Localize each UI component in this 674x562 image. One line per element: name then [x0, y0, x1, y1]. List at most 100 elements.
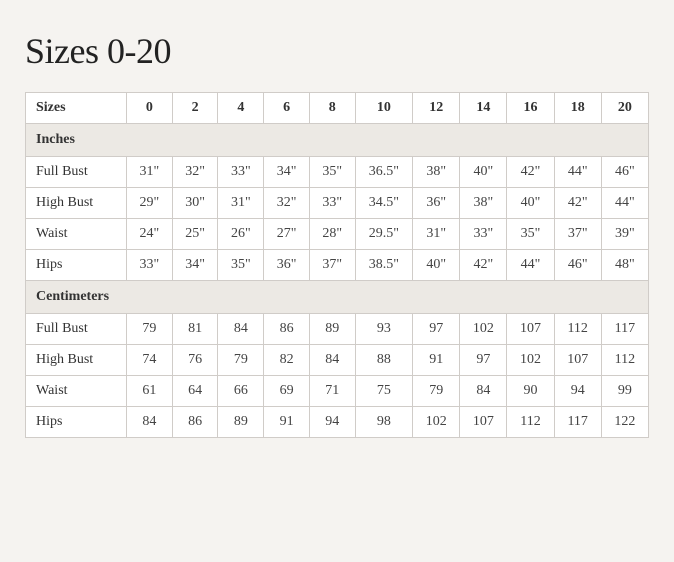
- cell-value: 112: [507, 407, 554, 438]
- cell-value: 112: [601, 345, 648, 376]
- cell-value: 32": [264, 188, 310, 219]
- cell-value: 42": [554, 188, 601, 219]
- cell-value: 42": [507, 157, 554, 188]
- cell-value: 74: [127, 345, 173, 376]
- table-row: Full Bust31"32"33"34"35"36.5"38"40"42"44…: [26, 157, 649, 188]
- cell-value: 112: [554, 314, 601, 345]
- cell-value: 34": [264, 157, 310, 188]
- row-label: High Bust: [26, 188, 127, 219]
- cell-value: 97: [460, 345, 507, 376]
- size-col-header: 20: [601, 93, 648, 124]
- size-col-header: 6: [264, 93, 310, 124]
- row-label: Full Bust: [26, 157, 127, 188]
- cell-value: 34": [172, 250, 218, 281]
- cell-value: 94: [554, 376, 601, 407]
- cell-value: 30": [172, 188, 218, 219]
- cell-value: 84: [127, 407, 173, 438]
- cell-value: 35": [507, 219, 554, 250]
- cell-value: 42": [460, 250, 507, 281]
- row-label: Waist: [26, 376, 127, 407]
- cell-value: 36.5": [355, 157, 413, 188]
- cell-value: 37": [309, 250, 355, 281]
- size-col-header: 4: [218, 93, 264, 124]
- cell-value: 88: [355, 345, 413, 376]
- cell-value: 91: [413, 345, 460, 376]
- cell-value: 48": [601, 250, 648, 281]
- cell-value: 102: [507, 345, 554, 376]
- size-col-header: 14: [460, 93, 507, 124]
- page-title: Sizes 0-20: [25, 30, 649, 72]
- cell-value: 29": [127, 188, 173, 219]
- cell-value: 79: [127, 314, 173, 345]
- cell-value: 84: [460, 376, 507, 407]
- cell-value: 84: [218, 314, 264, 345]
- cell-value: 107: [460, 407, 507, 438]
- cell-value: 81: [172, 314, 218, 345]
- cell-value: 64: [172, 376, 218, 407]
- cell-value: 33": [309, 188, 355, 219]
- table-row: Full Bust79818486899397102107112117: [26, 314, 649, 345]
- cell-value: 34.5": [355, 188, 413, 219]
- cell-value: 31": [218, 188, 264, 219]
- cell-value: 36": [264, 250, 310, 281]
- cell-value: 122: [601, 407, 648, 438]
- cell-value: 117: [601, 314, 648, 345]
- cell-value: 84: [309, 345, 355, 376]
- cell-value: 99: [601, 376, 648, 407]
- row-label: Waist: [26, 219, 127, 250]
- cell-value: 37": [554, 219, 601, 250]
- section-header-row: Centimeters: [26, 281, 649, 314]
- size-chart-table: Sizes 02468101214161820 InchesFull Bust3…: [25, 92, 649, 438]
- cell-value: 79: [218, 345, 264, 376]
- table-row: High Bust29"30"31"32"33"34.5"36"38"40"42…: [26, 188, 649, 219]
- size-col-header: 12: [413, 93, 460, 124]
- cell-value: 40": [507, 188, 554, 219]
- size-col-header: 10: [355, 93, 413, 124]
- cell-value: 38.5": [355, 250, 413, 281]
- cell-value: 40": [413, 250, 460, 281]
- table-row: Hips33"34"35"36"37"38.5"40"42"44"46"48": [26, 250, 649, 281]
- cell-value: 93: [355, 314, 413, 345]
- cell-value: 39": [601, 219, 648, 250]
- cell-value: 40": [460, 157, 507, 188]
- cell-value: 117: [554, 407, 601, 438]
- table-row: Waist6164666971757984909499: [26, 376, 649, 407]
- cell-value: 32": [172, 157, 218, 188]
- section-label: Inches: [26, 124, 649, 157]
- section-label: Centimeters: [26, 281, 649, 314]
- cell-value: 82: [264, 345, 310, 376]
- cell-value: 35": [218, 250, 264, 281]
- size-col-header: 16: [507, 93, 554, 124]
- cell-value: 69: [264, 376, 310, 407]
- size-col-header: 8: [309, 93, 355, 124]
- cell-value: 90: [507, 376, 554, 407]
- cell-value: 94: [309, 407, 355, 438]
- cell-value: 44": [507, 250, 554, 281]
- cell-value: 107: [554, 345, 601, 376]
- cell-value: 102: [460, 314, 507, 345]
- cell-value: 36": [413, 188, 460, 219]
- cell-value: 75: [355, 376, 413, 407]
- cell-value: 79: [413, 376, 460, 407]
- row-label: Full Bust: [26, 314, 127, 345]
- cell-value: 86: [172, 407, 218, 438]
- cell-value: 28": [309, 219, 355, 250]
- cell-value: 61: [127, 376, 173, 407]
- table-row: Hips848689919498102107112117122: [26, 407, 649, 438]
- section-header-row: Inches: [26, 124, 649, 157]
- table-row: High Bust7476798284889197102107112: [26, 345, 649, 376]
- cell-value: 102: [413, 407, 460, 438]
- cell-value: 25": [172, 219, 218, 250]
- table-row: Waist24"25"26"27"28"29.5"31"33"35"37"39": [26, 219, 649, 250]
- cell-value: 33": [127, 250, 173, 281]
- row-label: Hips: [26, 250, 127, 281]
- cell-value: 31": [127, 157, 173, 188]
- cell-value: 33": [218, 157, 264, 188]
- cell-value: 24": [127, 219, 173, 250]
- column-header-row: Sizes 02468101214161820: [26, 93, 649, 124]
- cell-value: 66: [218, 376, 264, 407]
- row-label: Hips: [26, 407, 127, 438]
- cell-value: 33": [460, 219, 507, 250]
- size-col-header: 18: [554, 93, 601, 124]
- cell-value: 89: [218, 407, 264, 438]
